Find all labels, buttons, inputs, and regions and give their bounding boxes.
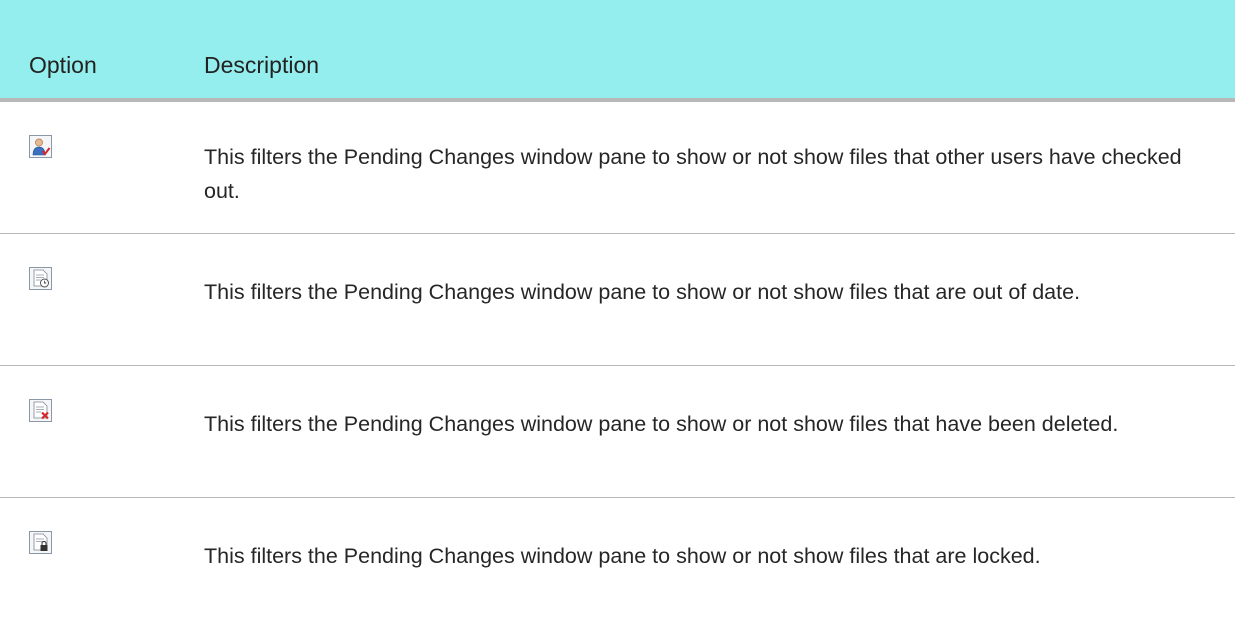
table-row: This filters the Pending Changes window … xyxy=(0,234,1235,366)
document-lock-icon xyxy=(29,531,52,554)
document-clock-icon xyxy=(29,267,52,290)
row-description: This filters the Pending Changes window … xyxy=(204,145,1182,203)
column-header-option: Option xyxy=(29,52,97,78)
options-table: Option Description This filters the Pend… xyxy=(0,0,1235,630)
column-header-description: Description xyxy=(204,52,320,78)
user-checked-out-icon xyxy=(29,135,52,158)
row-description: This filters the Pending Changes window … xyxy=(204,544,1041,568)
table-row: This filters the Pending Changes window … xyxy=(0,366,1235,498)
table-row: This filters the Pending Changes window … xyxy=(0,102,1235,234)
table-row: This filters the Pending Changes window … xyxy=(0,498,1235,630)
row-description: This filters the Pending Changes window … xyxy=(204,280,1081,304)
table-header: Option Description xyxy=(0,0,1235,102)
document-delete-icon xyxy=(29,399,52,422)
row-description: This filters the Pending Changes window … xyxy=(204,412,1119,436)
